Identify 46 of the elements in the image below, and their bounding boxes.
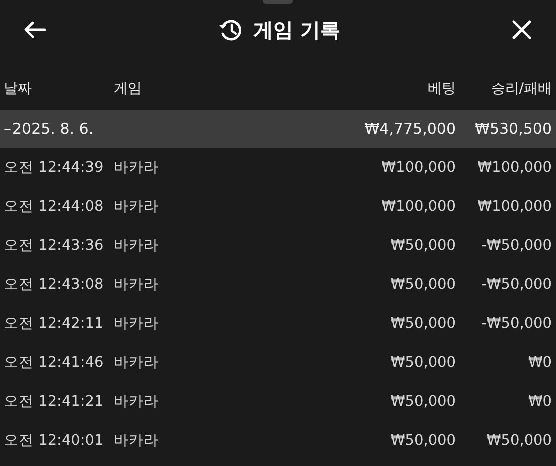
table-cell-text: 오전 12:41:46 — [4, 354, 105, 372]
back-button[interactable] — [22, 19, 48, 41]
table-cell-text: 오전 12:43:36 — [4, 237, 105, 255]
table-cell-text: -₩50,000 — [480, 276, 552, 292]
column-header: 게임 — [114, 80, 143, 98]
table-cell-text: ₩0 — [527, 394, 552, 410]
table-cell-text: 오전 12:44:08 — [4, 198, 105, 216]
table-cell-text: ₩100,000 — [476, 160, 552, 176]
table-cell-text: 바카라 — [114, 237, 160, 255]
group-date: 2025. 8. 6. — [12, 120, 94, 138]
table-cell-text: 바카라 — [114, 432, 160, 450]
table-cell-text: 오전 12:43:08 — [4, 276, 105, 294]
window-title: 게임 기록 — [254, 16, 340, 44]
table-cell-text: 오전 12:40:01 — [4, 432, 105, 450]
table-cell-text: ₩100,000 — [476, 198, 552, 214]
table-cell-text: -₩50,000 — [480, 316, 552, 332]
close-button[interactable] — [510, 18, 534, 42]
table-cell-text: ₩100,000 — [380, 198, 456, 214]
table-cell-text: ₩50,000 — [486, 432, 552, 448]
table-cell-text: ₩0 — [527, 354, 552, 370]
table-cell-text: ₩100,000 — [380, 160, 456, 176]
column-header: 베팅 — [427, 80, 456, 98]
table-cell-text: 바카라 — [114, 393, 160, 411]
table-cell-text: 바카라 — [114, 354, 160, 372]
table-cell-text: ₩50,000 — [390, 354, 456, 370]
table-cell-text: ₩50,000 — [390, 238, 456, 254]
history-icon — [218, 19, 242, 41]
date-group-row[interactable]: –2025. 8. 6. ₩4,775,000 ₩530,500 — [0, 110, 556, 148]
table-cell-text: 오전 12:41:21 — [4, 393, 105, 411]
collapse-toggle[interactable]: – — [4, 120, 12, 138]
column-header: 승리/패배 — [490, 80, 552, 98]
total-bet: ₩4,775,000 — [364, 120, 456, 138]
table-cell-text: 바카라 — [114, 315, 160, 333]
table-cell-text: ₩50,000 — [390, 394, 456, 410]
drag-handle[interactable] — [263, 0, 293, 4]
table-cell-text: ₩50,000 — [390, 316, 456, 332]
column-header: 날짜 — [4, 80, 33, 98]
table-cell-text: 오전 12:44:39 — [4, 159, 105, 177]
table-cell-text: ₩50,000 — [390, 276, 456, 292]
table-cell-text: ₩50,000 — [390, 432, 456, 448]
table-cell-text: 바카라 — [114, 159, 160, 177]
table-cell-text: 바카라 — [114, 198, 160, 216]
table-cell-text: 오전 12:42:11 — [4, 315, 105, 333]
total-result: ₩530,500 — [474, 120, 552, 138]
table-cell-text: -₩50,000 — [480, 238, 552, 254]
table-cell-text: 바카라 — [114, 276, 160, 294]
